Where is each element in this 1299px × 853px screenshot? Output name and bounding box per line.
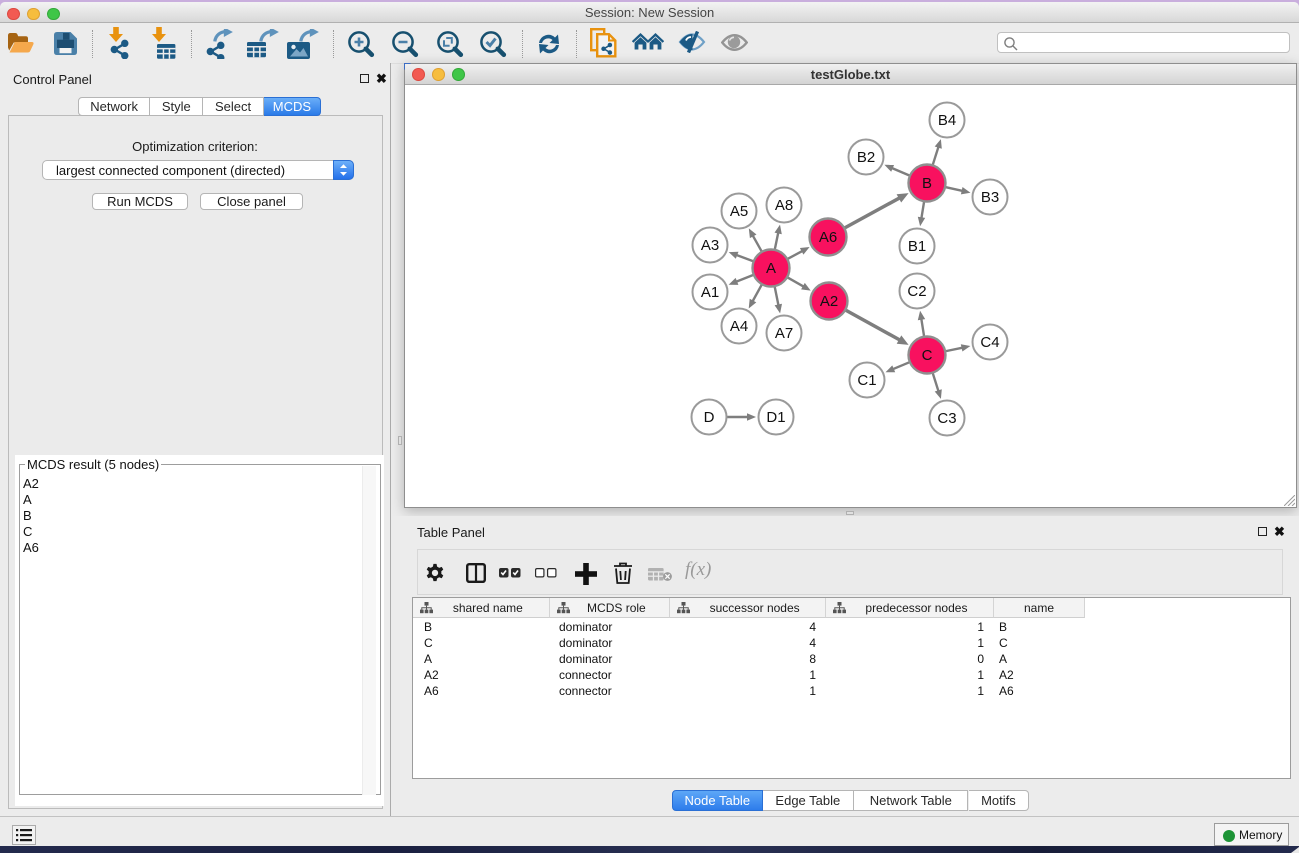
svg-text:A: A (766, 260, 776, 277)
svg-text:A5: A5 (730, 203, 748, 220)
svg-text:C3: C3 (937, 410, 956, 427)
svg-text:B3: B3 (981, 189, 999, 206)
svg-text:B1: B1 (908, 238, 926, 255)
svg-text:D1: D1 (766, 409, 785, 426)
svg-text:B: B (922, 175, 932, 192)
svg-text:B2: B2 (857, 149, 875, 166)
svg-text:A1: A1 (701, 284, 719, 301)
svg-text:A4: A4 (730, 318, 748, 335)
svg-text:A8: A8 (775, 197, 793, 214)
svg-text:C4: C4 (980, 334, 999, 351)
svg-text:C1: C1 (857, 372, 876, 389)
svg-text:B4: B4 (938, 112, 956, 129)
svg-text:C: C (922, 347, 933, 364)
svg-text:A2: A2 (820, 293, 838, 310)
svg-text:D: D (704, 409, 715, 426)
svg-text:A6: A6 (819, 229, 837, 246)
svg-text:A3: A3 (701, 237, 719, 254)
svg-text:A7: A7 (775, 325, 793, 342)
svg-text:C2: C2 (907, 283, 926, 300)
